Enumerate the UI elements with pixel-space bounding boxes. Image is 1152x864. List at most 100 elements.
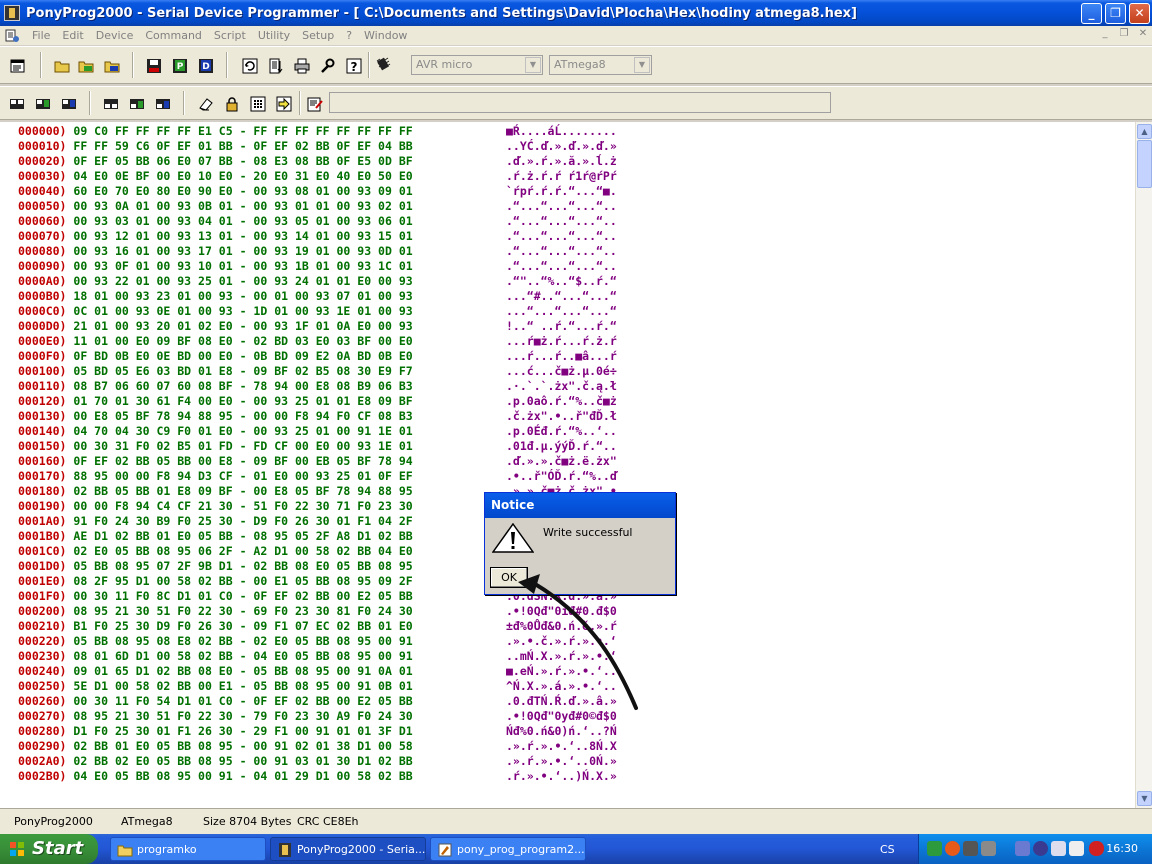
hex-bytes[interactable]: 00 93 0F 01 00 93 10 01 - 00 93 1B 01 00… [73, 259, 412, 273]
hex-row[interactable]: 0000E0) 11 01 00 E0 09 BF 08 E0 - 02 BD … [18, 334, 617, 349]
chevron-down-icon[interactable]: ▼ [525, 57, 541, 73]
hex-row[interactable]: 0000D0) 21 01 00 93 20 01 02 E0 - 00 93 … [18, 319, 617, 334]
hex-bytes[interactable]: 00 93 03 01 00 93 04 01 - 00 93 05 01 00… [73, 214, 412, 228]
run-script-button[interactable] [272, 92, 295, 115]
hex-ascii[interactable]: .“...“...“...“.. [506, 259, 617, 273]
hex-row[interactable]: 000000) 09 C0 FF FF FF FF E1 C5 - FF FF … [18, 124, 617, 139]
hex-bytes[interactable]: AE D1 02 BB 01 E0 05 BB - 08 95 05 2F A8… [73, 529, 412, 543]
device-tray-icon[interactable] [981, 841, 996, 856]
hex-row[interactable]: 0000A0) 00 93 22 01 00 93 25 01 - 00 93 … [18, 274, 617, 289]
open-program-button[interactable] [74, 54, 97, 77]
hex-row[interactable]: 0000C0) 0C 01 00 93 0E 01 00 93 - 1D 01 … [18, 304, 617, 319]
hex-bytes[interactable]: 00 30 11 F0 8C D1 01 C0 - 0F EF 02 BB 00… [73, 589, 412, 603]
hex-bytes[interactable]: 02 BB 01 E0 05 BB 08 95 - 00 91 02 01 38… [73, 739, 412, 753]
reload-button[interactable] [238, 54, 261, 77]
scroll-down-button[interactable]: ▼ [1137, 791, 1152, 806]
hex-row[interactable]: 000260) 00 30 11 F0 54 D1 01 C0 - 0F EF … [18, 694, 617, 709]
hex-row[interactable]: 000280) D1 F0 25 30 01 F1 26 30 - 29 F1 … [18, 724, 617, 739]
hex-ascii[interactable]: .“...“...“...“.. [506, 229, 617, 243]
hex-row[interactable]: 000120) 01 70 01 30 61 F4 00 E0 - 00 93 … [18, 394, 617, 409]
hex-ascii[interactable]: !..“ ..ŕ.“...ŕ.“ [506, 319, 617, 333]
hex-ascii[interactable]: .».ŕ.».•.‘..8Ń.X [506, 739, 617, 753]
hex-bytes[interactable]: 08 95 21 30 51 F0 22 30 - 69 F0 23 30 81… [73, 604, 412, 618]
hex-bytes[interactable]: 21 01 00 93 20 01 02 E0 - 00 93 1F 01 0A… [73, 319, 412, 333]
hex-bytes[interactable]: 00 93 0A 01 00 93 0B 01 - 00 93 01 01 00… [73, 199, 412, 213]
hex-ascii[interactable]: .č.żx".•..ř"đĎ.ł [506, 409, 617, 423]
hex-ascii[interactable]: .“"..“%..“$..ŕ.“ [506, 274, 617, 288]
hex-row[interactable]: 000050) 00 93 0A 01 00 93 0B 01 - 00 93 … [18, 199, 617, 214]
volume-tray-icon[interactable] [1069, 841, 1084, 856]
hex-ascii[interactable]: .“...“...“...“.. [506, 214, 617, 228]
sync-tray-icon[interactable] [1033, 841, 1048, 856]
hex-ascii[interactable]: .•..ř"ÓĎ.ŕ.“%..ď [506, 469, 617, 483]
hex-row[interactable]: 000090) 00 93 0F 01 00 93 10 01 - 00 93 … [18, 259, 617, 274]
hex-ascii[interactable]: ...“#..“...“...“ [506, 289, 617, 303]
start-button[interactable]: Start [0, 834, 98, 864]
hex-bytes[interactable]: 09 01 65 D1 02 BB 08 E0 - 05 BB 08 95 00… [73, 664, 412, 678]
hex-bytes[interactable]: 01 70 01 30 61 F4 00 E0 - 00 93 25 01 01… [73, 394, 412, 408]
hex-bytes[interactable]: 88 95 00 00 F8 94 D3 CF - 01 E0 00 93 25… [73, 469, 412, 483]
hex-bytes[interactable]: 0F EF 05 BB 06 E0 07 BB - 08 E3 08 BB 0F… [73, 154, 412, 168]
close-button[interactable]: ✕ [1129, 3, 1150, 24]
hex-bytes[interactable]: 05 BB 08 95 08 E8 02 BB - 02 E0 05 BB 08… [73, 634, 412, 648]
write-program-button[interactable] [125, 92, 148, 115]
hex-row[interactable]: 000160) 0F EF 02 BB 05 BB 00 E8 - 09 BF … [18, 454, 617, 469]
hex-bytes[interactable]: 02 BB 05 BB 01 E8 09 BF - 00 E8 05 BF 78… [73, 484, 412, 498]
read-data-button[interactable] [57, 92, 80, 115]
hex-row[interactable]: 000230) 08 01 6D D1 00 58 02 BB - 04 E0 … [18, 649, 617, 664]
hex-row[interactable]: 0001F0) 00 30 11 F0 8C D1 01 C0 - 0F EF … [18, 589, 617, 604]
device-family-combo[interactable]: AVR micro ▼ [411, 55, 543, 75]
hex-ascii[interactable]: .ŕ.».•.‘..)Ń.X.» [506, 769, 617, 783]
hex-bytes[interactable]: 02 BB 02 E0 05 BB 08 95 - 00 91 03 01 30… [73, 754, 412, 768]
app-icon[interactable] [4, 5, 20, 21]
print-button[interactable] [290, 54, 313, 77]
firefox-tray-icon[interactable] [945, 841, 960, 856]
hex-ascii[interactable]: .p.0Éđ.ŕ.“%..‘.. [506, 424, 617, 438]
hex-bytes[interactable]: 08 B7 06 60 07 60 08 BF - 78 94 00 E8 08… [73, 379, 412, 393]
hex-bytes[interactable]: 09 C0 FF FF FF FF E1 C5 - FF FF FF FF FF… [73, 124, 412, 138]
hex-bytes[interactable]: 60 E0 70 E0 80 E0 90 E0 - 00 93 08 01 00… [73, 184, 412, 198]
hex-row[interactable]: 0001E0) 08 2F 95 D1 00 58 02 BB - 00 E1 … [18, 574, 617, 589]
hex-ascii[interactable]: ...“...“...“...“ [506, 304, 617, 318]
chip-button[interactable] [371, 52, 394, 75]
hex-row[interactable]: 000140) 04 70 04 30 C9 F0 01 E0 - 00 93 … [18, 424, 617, 439]
hex-bytes[interactable]: 00 93 22 01 00 93 25 01 - 00 93 24 01 01… [73, 274, 412, 288]
hex-row[interactable]: 000190) 00 00 F8 94 C4 CF 21 30 - 51 F0 … [18, 499, 617, 514]
hex-bytes[interactable]: 00 30 31 F0 02 B5 01 FD - FD CF 00 E0 00… [73, 439, 412, 453]
hex-bytes[interactable]: 00 30 11 F0 54 D1 01 C0 - 0F EF 02 BB 00… [73, 694, 412, 708]
hex-bytes[interactable]: 04 70 04 30 C9 F0 01 E0 - 00 93 25 01 00… [73, 424, 412, 438]
save-program-button[interactable]: P [168, 54, 191, 77]
hex-bytes[interactable]: 11 01 00 E0 09 BF 08 E0 - 02 BD 03 E0 03… [73, 334, 412, 348]
hex-bytes[interactable]: 0C 01 00 93 0E 01 00 93 - 1D 01 00 93 1E… [73, 304, 412, 318]
hex-row[interactable]: 0002A0) 02 BB 02 E0 05 BB 08 95 - 00 91 … [18, 754, 617, 769]
menu-edit[interactable]: Edit [56, 29, 89, 42]
menu-window[interactable]: Window [358, 29, 413, 42]
hex-row[interactable]: 000150) 00 30 31 F0 02 B5 01 FD - FD CF … [18, 439, 617, 454]
network-tray-icon[interactable] [927, 841, 942, 856]
open-file-button[interactable] [50, 54, 73, 77]
mdi-minimize-button[interactable]: _ [1098, 28, 1112, 41]
hex-row[interactable]: 000110) 08 B7 06 60 07 60 08 BF - 78 94 … [18, 379, 617, 394]
hex-bytes[interactable]: B1 F0 25 30 D9 F0 26 30 - 09 F1 07 EC 02… [73, 619, 412, 633]
read-all-button[interactable] [5, 92, 28, 115]
hex-ascii[interactable]: .“...“...“...“.. [506, 244, 617, 258]
hex-bytes[interactable]: 05 BD 05 E6 03 BD 01 E8 - 09 BF 02 B5 08… [73, 364, 412, 378]
script-field[interactable] [329, 92, 831, 113]
hex-ascii[interactable]: ..YĆ.ď.».ď.».ď.» [506, 139, 617, 153]
hex-row[interactable]: 000020) 0F EF 05 BB 06 E0 07 BB - 08 E3 … [18, 154, 617, 169]
edit-note-button[interactable] [264, 54, 287, 77]
hex-ascii[interactable]: .ď.».ŕ.».ă.».ĺ.ż [506, 154, 617, 168]
usb-tray-icon[interactable] [1051, 841, 1066, 856]
hex-bytes[interactable]: FF FF 59 C6 0F EF 01 BB - 0F EF 02 BB 0F… [73, 139, 412, 153]
hex-row[interactable]: 000010) FF FF 59 C6 0F EF 01 BB - 0F EF … [18, 139, 617, 154]
write-data-button[interactable] [151, 92, 174, 115]
mdi-restore-button[interactable]: ❐ [1117, 28, 1131, 41]
hex-bytes[interactable]: 04 E0 0E BF 00 E0 10 E0 - 20 E0 31 E0 40… [73, 169, 412, 183]
read-program-button[interactable] [31, 92, 54, 115]
menu-utility[interactable]: Utility [252, 29, 296, 42]
hex-row[interactable]: 000180) 02 BB 05 BB 01 E8 09 BF - 00 E8 … [18, 484, 617, 499]
hex-row[interactable]: 000080) 00 93 16 01 00 93 17 01 - 00 93 … [18, 244, 617, 259]
hex-bytes[interactable]: 04 E0 05 BB 08 95 00 91 - 04 01 29 D1 00… [73, 769, 412, 783]
hex-bytes[interactable]: 18 01 00 93 23 01 00 93 - 00 01 00 93 07… [73, 289, 412, 303]
display-tray-icon[interactable] [963, 841, 978, 856]
